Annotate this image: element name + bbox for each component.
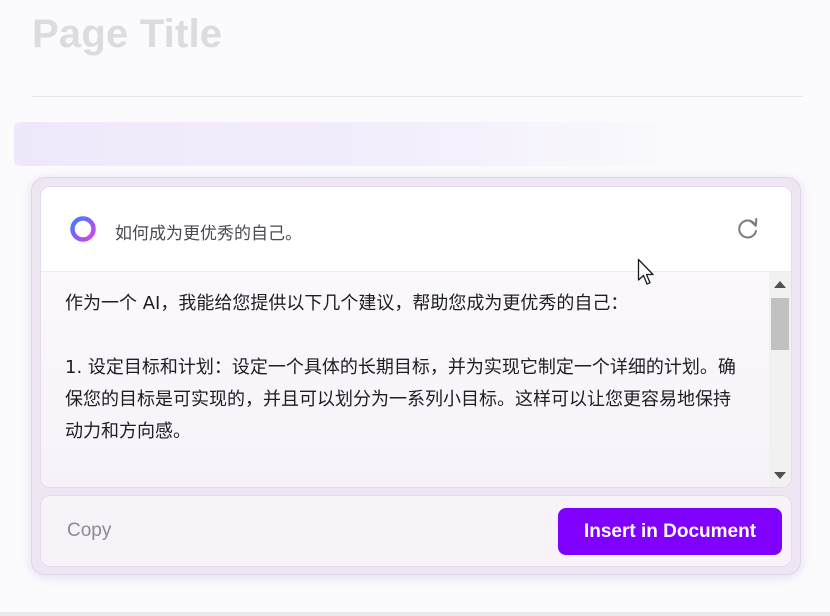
scroll-up-arrow[interactable] (774, 281, 786, 288)
response-body: 作为一个 AI，我能给您提供以下几个建议，帮助您成为更优秀的自己： 1. 设定目… (41, 272, 769, 487)
skeleton-bar (14, 122, 714, 166)
scroll-down-arrow[interactable] (774, 472, 786, 479)
bottom-edge (0, 612, 830, 616)
title-divider (32, 96, 803, 97)
response-text: 作为一个 AI，我能给您提供以下几个建议，帮助您成为更优秀的自己： 1. 设定目… (65, 288, 745, 480)
regenerate-icon[interactable] (734, 214, 762, 242)
mouse-cursor-icon (637, 258, 654, 285)
prompt-row: 如何成为更优秀的自己。 (41, 187, 791, 272)
copy-button[interactable]: Copy (67, 520, 111, 542)
scroll-thumb[interactable] (771, 298, 789, 350)
ai-ring-icon (70, 216, 96, 242)
page-title: Page Title (32, 12, 223, 56)
response-scrollbar[interactable] (769, 272, 791, 487)
response-paragraph: 1. 设定目标和计划：设定一个具体的长期目标，并为实现它制定一个详细的计划。确保… (65, 357, 736, 442)
ai-panel: 如何成为更优秀的自己。 作为一个 AI，我能给您提供以下几个建议，帮助您成为更优… (31, 177, 801, 575)
prompt-text: 如何成为更优秀的自己。 (115, 224, 302, 244)
response-paragraph: 作为一个 AI，我能给您提供以下几个建议，帮助您成为更优秀的自己： (65, 293, 629, 314)
action-bar: Copy Insert in Document (40, 495, 792, 567)
insert-in-document-button[interactable]: Insert in Document (558, 508, 782, 555)
response-card: 如何成为更优秀的自己。 作为一个 AI，我能给您提供以下几个建议，帮助您成为更优… (40, 186, 792, 488)
